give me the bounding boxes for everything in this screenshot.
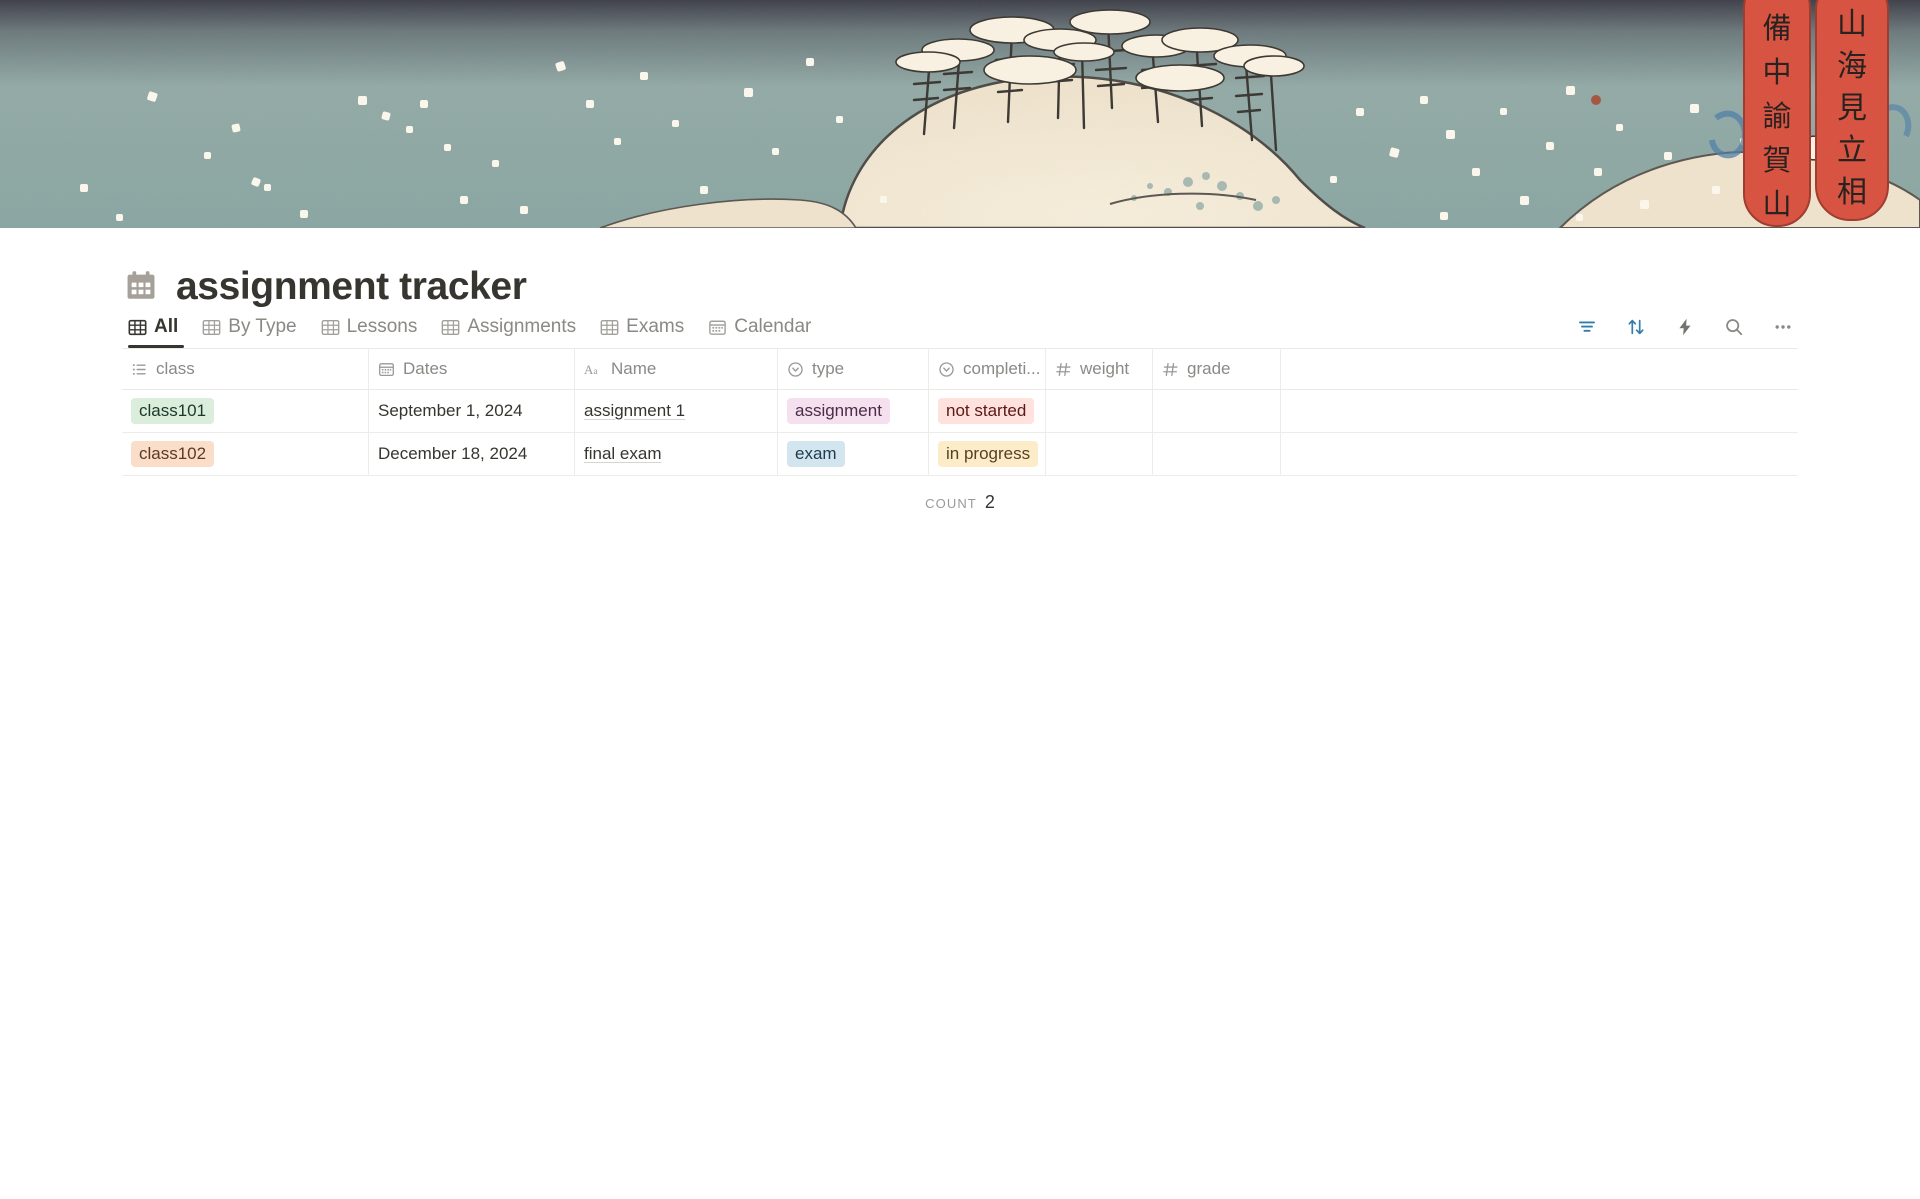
tab-all[interactable]: All [122,316,190,348]
cell-grade[interactable] [1153,433,1281,475]
cell-name[interactable]: assignment 1 [575,390,778,432]
tab-label: Assignments [467,316,577,337]
type-tag: exam [787,440,845,468]
filter-icon[interactable] [1576,316,1598,338]
table-footer-count[interactable]: COUNT 2 [122,476,1798,513]
column-header-type[interactable]: type [778,349,929,389]
page-content: assignment tracker All By Type Lessons A… [0,228,1920,513]
cell-completion[interactable]: not started [929,390,1046,432]
search-icon[interactable] [1723,316,1745,338]
table-row[interactable]: class102 December 18, 2024 final exam ex… [122,433,1798,476]
cell-blank [1281,433,1798,475]
table-header-row: class Dates Aa Name type completi... wei… [122,349,1798,390]
cell-blank [1281,390,1798,432]
calendar-icon [708,318,727,337]
column-header-label: type [812,359,845,378]
cell-weight[interactable] [1046,433,1153,475]
column-header-grade[interactable]: grade [1153,349,1281,389]
view-tabbar: All By Type Lessons Assignments Exams Ca… [122,306,1798,348]
page-cover-banner[interactable]: 山 海 見 立 相 備 中 諭 賀 山 [0,0,1920,228]
column-header-completion[interactable]: completi... [929,349,1046,389]
cell-dates[interactable]: December 18, 2024 [369,433,575,475]
svg-text:a: a [594,366,599,376]
class-tag: class101 [131,397,215,425]
column-header-label: grade [1187,359,1231,378]
svg-text:A: A [584,361,594,376]
cell-weight[interactable] [1046,390,1153,432]
tab-label: Lessons [346,316,418,337]
calendar-icon[interactable] [122,267,160,305]
type-tag: assignment [787,397,890,425]
completion-tag: in progress [938,440,1039,468]
column-header-label: class [156,359,195,378]
completion-tag: not started [938,397,1035,425]
tab-lessons[interactable]: Lessons [309,316,430,348]
column-header-label: Name [611,359,657,378]
more-icon[interactable] [1772,316,1794,338]
column-header-label: completi... [963,359,1041,378]
page-header: assignment tracker [122,228,1798,306]
select-icon [938,361,955,378]
page-link[interactable]: final exam [584,444,661,464]
table-icon [202,318,221,337]
count-value: 2 [984,492,995,512]
table-icon [321,318,340,337]
database-table: class Dates Aa Name type completi... wei… [122,348,1798,476]
cover-artwork: 山 海 見 立 相 備 中 諭 賀 山 [0,0,1920,228]
calendar-icon [378,361,395,378]
cell-type[interactable]: exam [778,433,929,475]
column-header-label: Dates [403,359,448,378]
date-value: September 1, 2024 [378,401,523,420]
table-icon [128,318,147,337]
cell-class[interactable]: class102 [122,433,369,475]
column-header-weight[interactable]: weight [1046,349,1153,389]
tab-exams[interactable]: Exams [588,316,696,348]
cell-type[interactable]: assignment [778,390,929,432]
number-icon [1162,361,1179,378]
tab-by-type[interactable]: By Type [190,316,308,348]
view-tabs: All By Type Lessons Assignments Exams Ca… [122,316,823,348]
class-tag: class102 [131,440,215,468]
column-header-name[interactable]: Aa Name [575,349,778,389]
tab-assignments[interactable]: Assignments [429,316,588,348]
column-header-dates[interactable]: Dates [369,349,575,389]
count-label: COUNT [925,496,977,511]
tab-label: Exams [626,316,685,337]
cell-grade[interactable] [1153,390,1281,432]
cell-completion[interactable]: in progress [929,433,1046,475]
multi-select-icon [131,361,148,378]
cell-class[interactable]: class101 [122,390,369,432]
date-value: December 18, 2024 [378,444,528,463]
tab-label: By Type [228,316,297,337]
number-icon [1055,361,1072,378]
table-icon [441,318,460,337]
tab-label: Calendar [734,316,812,337]
table-row[interactable]: class101 September 1, 2024 assignment 1 … [122,390,1798,433]
text-icon: Aa [584,361,603,378]
page-link[interactable]: assignment 1 [584,401,685,421]
column-header-label: weight [1080,359,1130,378]
view-toolbar [1576,316,1798,348]
column-header-class[interactable]: class [122,349,369,389]
select-icon [787,361,804,378]
automation-icon[interactable] [1674,316,1696,338]
cell-name[interactable]: final exam [575,433,778,475]
cell-dates[interactable]: September 1, 2024 [369,390,575,432]
column-header-add-property[interactable] [1281,349,1798,389]
tab-label: All [154,316,179,337]
table-icon [600,318,619,337]
tab-calendar[interactable]: Calendar [696,316,823,348]
sort-icon[interactable] [1625,316,1647,338]
page-title[interactable]: assignment tracker [176,267,527,306]
